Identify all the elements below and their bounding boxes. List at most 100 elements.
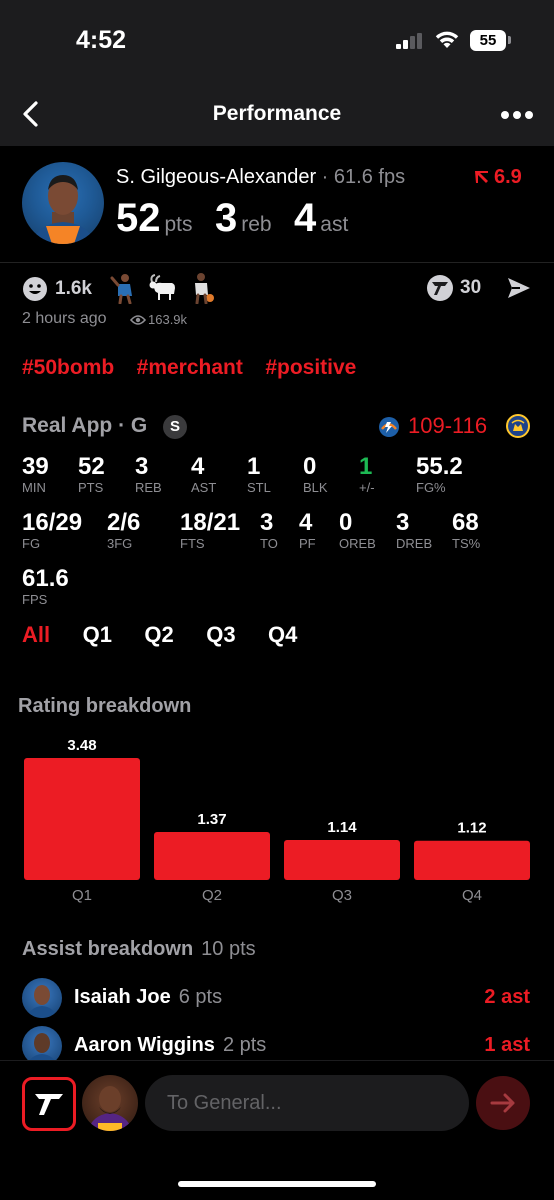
arrow-right-icon [490,1093,515,1113]
box-stat-value: 4 [191,453,205,480]
box-stat-label: TS% [452,536,481,551]
box-stat-label: FG [22,536,41,551]
assist-row[interactable]: Isaiah Joe 6 pts 2 ast [0,978,554,1022]
box-stat-label: 3FG [107,536,133,551]
hashtag[interactable]: #positive [265,356,356,379]
box-stat-label: AST [191,480,217,495]
rating-breakdown-chart: 3.48 Q1 1.37 Q2 1.14 Q3 1.12 Q4 [24,737,530,904]
box-stat-label: MIN [22,480,46,495]
box-stat-value: 3 [396,509,410,536]
tab-q4[interactable]: Q4 [268,622,297,648]
box-stat-plus-minus: 1 +/- [359,454,375,496]
opponent-score: 116 [452,413,488,438]
page-title: Performance [212,102,342,125]
reaction-count[interactable]: 1.6k [55,278,92,300]
more-options-icon[interactable] [500,110,534,120]
share-send-icon[interactable] [506,275,532,301]
player-celebrate-emoji-icon[interactable] [110,272,138,304]
box-stat-value: 55.2 [416,453,463,480]
assist-player: Aaron Wiggins 2 pts [74,1034,266,1057]
message-composer [0,1060,554,1200]
assist-player-points: 2 pts [222,1034,267,1056]
trend-down-icon [475,171,488,183]
real-app-logo-icon [35,1094,63,1115]
box-stat-fts: 18/21 FTS [180,510,240,552]
box-stat-pts: 52 PTS [78,454,105,496]
post-time: 2 hours ago [22,310,107,327]
wifi-icon [435,31,459,48]
box-stat-min: 39 MIN [22,454,49,496]
assist-title-text: Assist breakdown [22,938,194,960]
game-score[interactable]: 109-116 [408,413,487,439]
box-stat-label: PTS [78,480,104,495]
message-input[interactable] [145,1075,469,1131]
rating-bar-value: 1.37 [197,811,226,828]
box-stat-fg-pct: 55.2 FG% [416,454,463,496]
divider [0,262,554,263]
box-stat-to: 3 TO [260,510,278,552]
box-stat-value: 1 [359,453,373,480]
league-label: Real App · G [22,414,148,437]
player-name[interactable]: S. Gilgeous-Alexander [116,166,316,188]
social-bar: 1.6k 2 hours ago 163.9k 30 [0,264,554,344]
rating-bar [414,840,530,880]
name-separator: · [321,166,329,188]
send-message-button[interactable] [476,1076,530,1130]
cellular-signal-icon [396,33,422,49]
box-stat-value: 61.6 [22,565,69,592]
tab-q1[interactable]: Q1 [83,622,112,648]
battery-indicator: 55 [470,30,506,51]
stat-value: 3 [214,196,238,240]
rating-delta-value: 6.9 [494,166,522,188]
score-dash: - [444,413,453,438]
box-stat-label: BLK [303,480,328,495]
tab-all[interactable]: All [22,622,50,648]
status-time: 4:52 [76,26,127,54]
assist-player-points: 6 pts [178,986,223,1008]
stat-value: 4 [294,196,317,240]
box-stat-oreb: 0 OREB [339,510,376,552]
assist-breakdown-title: Assist breakdown 10 pts [22,938,256,961]
box-stat-value: 39 [22,453,49,480]
view-count: 163.9k [148,312,188,327]
hashtag[interactable]: #50bomb [22,356,114,379]
assist-avatar [22,978,62,1018]
rating-bar-value: 1.14 [327,819,357,836]
rating-bar-value: 1.12 [457,820,486,837]
rating-bar-category: Q3 [332,887,352,904]
assist-player: Isaiah Joe 6 pts [74,986,222,1009]
app-logo-button[interactable] [22,1077,76,1131]
player-dribble-emoji-icon[interactable] [188,272,216,304]
box-stat-3fg: 2/6 3FG [107,510,140,552]
player-name-line: S. Gilgeous-Alexander · 61.6 fps [116,166,405,189]
rating-bar-category: Q1 [72,887,92,904]
box-stat-label: FTS [180,536,205,551]
eye-icon [130,315,146,325]
vote-icon[interactable] [426,274,454,302]
box-stat-value: 18/21 [180,509,241,536]
hashtag[interactable]: #merchant [137,356,243,379]
rating-bar-value: 3.48 [67,737,96,754]
tab-q2[interactable]: Q2 [144,622,173,648]
fantasy-points: 61.6 fps [333,166,406,188]
hashtag-list: #50bomb #merchant #positive [22,356,374,380]
goat-emoji-icon[interactable] [148,274,178,302]
box-stat-fps: 61.6 FPS [22,566,69,608]
box-stat-value: 3 [135,453,149,480]
assist-player-name: Isaiah Joe [74,986,171,1008]
tab-q3[interactable]: Q3 [206,622,235,648]
box-stat-value: 2/6 [107,509,141,536]
statline: 52 pts 3 reb 4 ast [116,196,366,241]
home-indicator [178,1181,376,1187]
rating-delta: 6.9 [474,166,522,189]
box-stat-reb: 3 REB [135,454,162,496]
channel-avatar[interactable] [82,1075,138,1131]
box-stat-label: STL [247,480,271,495]
box-stat-label: +/- [359,480,375,495]
vote-count[interactable]: 30 [460,277,481,299]
player-avatar[interactable] [22,162,104,244]
reaction-smile-icon[interactable] [22,276,48,302]
player-portrait-icon [88,1086,132,1131]
box-stat-label: FPS [22,592,48,607]
stat-unit: reb [241,213,272,236]
